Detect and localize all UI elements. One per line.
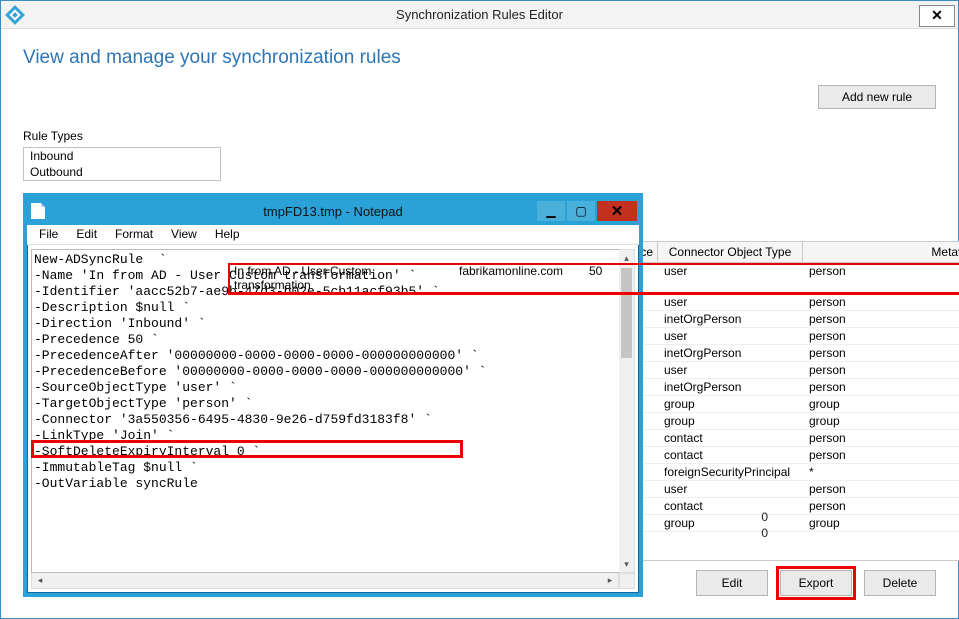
cell-mvt: person (803, 481, 959, 497)
titlebar[interactable]: Synchronization Rules Editor ✕ (1, 1, 958, 29)
scroll-right-icon[interactable]: ▸ (602, 573, 618, 588)
cell-cot: inetOrgPerson (658, 379, 803, 395)
cell-cot: inetOrgPerson (658, 311, 803, 327)
notepad-window[interactable]: tmpFD13.tmp - Notepad ▁ ▢ ✕ FileEditForm… (23, 193, 643, 597)
rule-types-label: Rule Types (23, 129, 83, 143)
notepad-menu-help[interactable]: Help (207, 225, 248, 244)
export-button[interactable]: Export (780, 570, 852, 596)
cell-cot: group (658, 515, 803, 531)
edit-label: Edit (722, 576, 743, 590)
window-title: Synchronization Rules Editor (1, 7, 958, 22)
close-icon: ✕ (931, 7, 943, 24)
cell-mvt: person (803, 311, 959, 327)
col-header-metaverse-object-type[interactable]: Metaverse Object Type (803, 242, 959, 262)
cell-mvt: person (803, 379, 959, 395)
notepad-menu-edit[interactable]: Edit (68, 225, 105, 244)
rule-types-list[interactable]: InboundOutbound (23, 147, 221, 181)
cell-cot: group (658, 413, 803, 429)
cell-mvt: person (803, 447, 959, 463)
cell-mvt: group (803, 413, 959, 429)
cell-mvt: person (803, 345, 959, 361)
notepad-title: tmpFD13.tmp - Notepad (27, 204, 639, 219)
cell-cot: inetOrgPerson (658, 345, 803, 361)
export-label: Export (799, 576, 834, 590)
delete-button[interactable]: Delete (864, 570, 936, 596)
scroll-down-icon[interactable]: ▾ (619, 556, 634, 572)
cell-mvt: * (803, 464, 959, 480)
notepad-menu-bar: FileEditFormatViewHelp (27, 225, 639, 245)
notepad-menu-file[interactable]: File (31, 225, 66, 244)
cell-mvt: group (803, 515, 959, 531)
action-row: Edit Export Delete (696, 570, 936, 596)
cell-cot: user (658, 328, 803, 344)
notepad-menu-format[interactable]: Format (107, 225, 161, 244)
cell-mvt: person (803, 498, 959, 514)
add-new-rule-label: Add new rule (842, 90, 912, 104)
rule-type-outbound[interactable]: Outbound (24, 164, 220, 180)
cell-cot: foreignSecurityPrincipal (658, 464, 803, 480)
cell-mvt: person (803, 294, 959, 310)
notepad-menu-view[interactable]: View (163, 225, 205, 244)
page-subtitle: View and manage your synchronization rul… (23, 47, 936, 69)
cell-name: In from AD - User Custom transformation (228, 263, 453, 293)
close-button[interactable]: ✕ (919, 5, 955, 27)
cell-cot: contact (658, 430, 803, 446)
cell-cot: user (658, 263, 803, 293)
cell-mvt: group (803, 396, 959, 412)
summary-counts: 0 0 (761, 510, 768, 542)
cell-cot: contact (658, 447, 803, 463)
cell-connector: fabrikamonline.com (453, 263, 583, 293)
cell-mvt: person (803, 328, 959, 344)
delete-label: Delete (883, 576, 918, 590)
cell-cot: group (658, 396, 803, 412)
sync-rules-editor-window: Synchronization Rules Editor ✕ View and … (0, 0, 959, 619)
summary-line1: 0 (761, 510, 768, 526)
scroll-corner (619, 573, 635, 589)
notepad-vscrollbar[interactable]: ▴ ▾ (619, 249, 635, 573)
cell-cot: user (658, 294, 803, 310)
cell-precedence: 50 (583, 263, 658, 293)
edit-button[interactable]: Edit (696, 570, 768, 596)
cell-mvt: person (803, 430, 959, 446)
cell-cot: contact (658, 498, 803, 514)
notepad-hscrollbar[interactable]: ◂ ▸ (31, 573, 619, 589)
add-new-rule-button[interactable]: Add new rule (818, 85, 936, 109)
app-icon (5, 5, 25, 25)
cell-mvt: person (803, 263, 959, 293)
summary-line2: 0 (761, 526, 768, 542)
notepad-text-area[interactable]: New-ADSyncRule ` -Name 'In from AD - Use… (31, 249, 635, 573)
col-header-connector-object-type[interactable]: Connector Object Type (658, 242, 803, 262)
cell-cot: user (658, 362, 803, 378)
cell-cot: user (658, 481, 803, 497)
rule-type-inbound[interactable]: Inbound (24, 148, 220, 164)
cell-mvt: person (803, 362, 959, 378)
table-row[interactable]: In from AD - User Custom transformationf… (228, 263, 959, 294)
scroll-left-icon[interactable]: ◂ (32, 573, 48, 588)
notepad-titlebar[interactable]: tmpFD13.tmp - Notepad ▁ ▢ ✕ (27, 197, 639, 225)
